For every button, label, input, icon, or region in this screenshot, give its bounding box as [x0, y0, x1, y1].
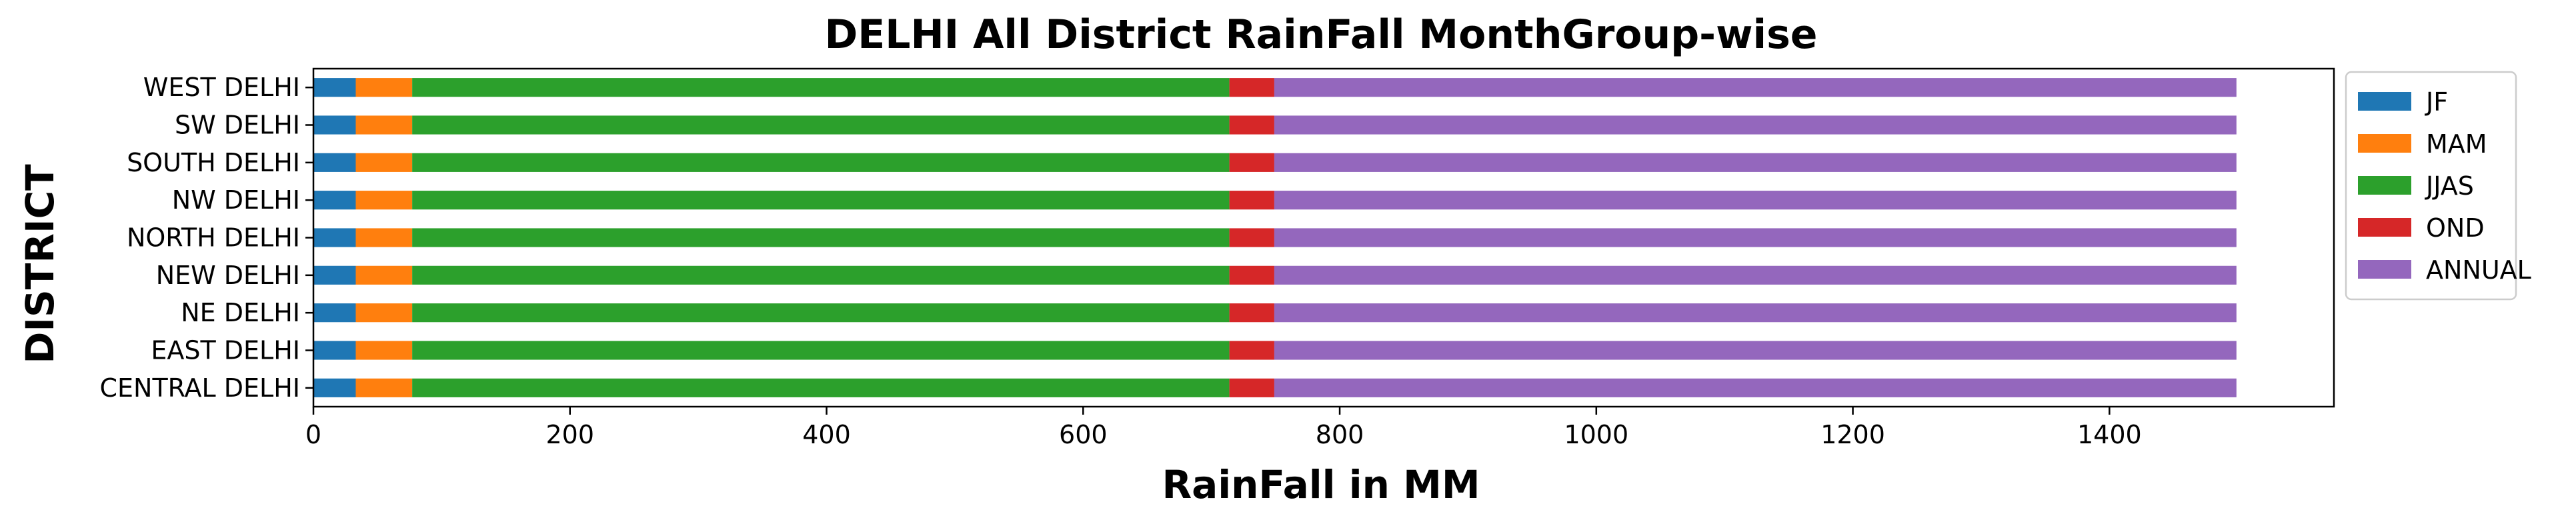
y-tick-label: WEST DELHI	[143, 73, 300, 102]
legend: JF MAM JJAS OND ANNUAL	[2345, 71, 2531, 301]
bar-north-delhi-ond	[1229, 228, 1274, 247]
bar-nw-delhi-ond	[1229, 191, 1274, 210]
bar-nw-delhi-jf	[313, 191, 356, 210]
bar-sw-delhi-jjas	[412, 115, 1230, 135]
bar-east-delhi-ond	[1229, 341, 1274, 360]
y-axis-label: DISTRICT	[17, 164, 63, 364]
x-tick-label: 0	[305, 420, 321, 449]
bar-west-delhi-jf	[313, 78, 356, 97]
x-tick-label: 1000	[1564, 420, 1628, 449]
bar-north-delhi-jjas	[412, 228, 1230, 247]
bar-south-delhi-jf	[313, 153, 356, 172]
bar-ne-delhi-ond	[1229, 303, 1274, 323]
bar-new-delhi-annual	[1274, 265, 2237, 285]
y-tick-label: NORTH DELHI	[127, 223, 300, 253]
bar-east-delhi-jf	[313, 341, 356, 360]
bar-ne-delhi-jf	[313, 303, 356, 323]
bar-sw-delhi-annual	[1274, 115, 2237, 135]
legend-label-ond: OND	[2426, 213, 2485, 243]
bar-nw-delhi-mam	[355, 191, 413, 210]
chart-title: DELHI All District RainFall MonthGroup-w…	[825, 11, 1818, 58]
bar-south-delhi-jjas	[412, 153, 1230, 172]
y-tick-label: NW DELHI	[172, 185, 300, 215]
bar-east-delhi-jjas	[412, 341, 1230, 360]
bar-east-delhi-annual	[1274, 341, 2237, 360]
bar-new-delhi-jjas	[412, 265, 1230, 285]
y-tick-label: NE DELHI	[181, 298, 300, 327]
legend-label-mam: MAM	[2426, 129, 2487, 159]
y-axis-label-group: DISTRICT	[17, 164, 63, 364]
bar-new-delhi-ond	[1229, 265, 1274, 285]
legend-swatch-jf	[2358, 92, 2411, 111]
bar-nw-delhi-annual	[1274, 191, 2237, 210]
bar-west-delhi-annual	[1274, 78, 2237, 97]
bar-north-delhi-jf	[313, 228, 356, 247]
bar-sw-delhi-ond	[1229, 115, 1274, 135]
bar-central-delhi-annual	[1274, 378, 2237, 397]
y-tick-label: CENTRAL DELHI	[99, 373, 300, 403]
bar-east-delhi-mam	[355, 341, 413, 360]
bar-south-delhi-ond	[1229, 153, 1274, 172]
bar-west-delhi-jjas	[412, 78, 1230, 97]
bar-new-delhi-mam	[355, 265, 413, 285]
x-tick-label: 1400	[2077, 420, 2142, 449]
bars-layer	[313, 78, 2237, 397]
legend-swatch-ond	[2358, 218, 2411, 237]
y-tick-label: NEW DELHI	[156, 261, 300, 290]
bar-ne-delhi-annual	[1274, 303, 2237, 323]
x-tick-label: 1200	[1820, 420, 1885, 449]
legend-swatch-annual	[2358, 260, 2411, 279]
y-tick-label: EAST DELHI	[151, 336, 300, 365]
bar-sw-delhi-mam	[355, 115, 413, 135]
bar-central-delhi-mam	[355, 378, 413, 397]
bar-north-delhi-mam	[355, 228, 413, 247]
bar-central-delhi-ond	[1229, 378, 1274, 397]
stacked-bar-chart: DELHI All District RainFall MonthGroup-w…	[17, 11, 2531, 507]
bar-west-delhi-mam	[355, 78, 413, 97]
bar-south-delhi-annual	[1274, 153, 2237, 172]
bar-new-delhi-jf	[313, 265, 356, 285]
bar-nw-delhi-jjas	[412, 191, 1230, 210]
bar-central-delhi-jf	[313, 378, 356, 397]
x-tick-label: 400	[802, 420, 851, 449]
x-tick-label: 200	[545, 420, 594, 449]
bar-ne-delhi-mam	[355, 303, 413, 323]
bar-central-delhi-jjas	[412, 378, 1230, 397]
bar-west-delhi-ond	[1229, 78, 1274, 97]
bar-ne-delhi-jjas	[412, 303, 1230, 323]
bar-sw-delhi-jf	[313, 115, 356, 135]
bar-north-delhi-annual	[1274, 228, 2237, 247]
x-tick-label: 800	[1316, 420, 1364, 449]
legend-swatch-jjas	[2358, 176, 2411, 195]
x-tick-label: 600	[1059, 420, 1108, 449]
legend-label-jjas: JJAS	[2425, 171, 2474, 201]
y-tick-label: SOUTH DELHI	[127, 148, 300, 177]
legend-label-annual: ANNUAL	[2426, 255, 2531, 285]
bar-south-delhi-mam	[355, 153, 413, 172]
legend-swatch-mam	[2358, 134, 2411, 153]
x-axis-label: RainFall in MM	[1162, 462, 1480, 507]
legend-label-jf: JF	[2425, 87, 2448, 117]
y-tick-label: SW DELHI	[175, 111, 300, 140]
